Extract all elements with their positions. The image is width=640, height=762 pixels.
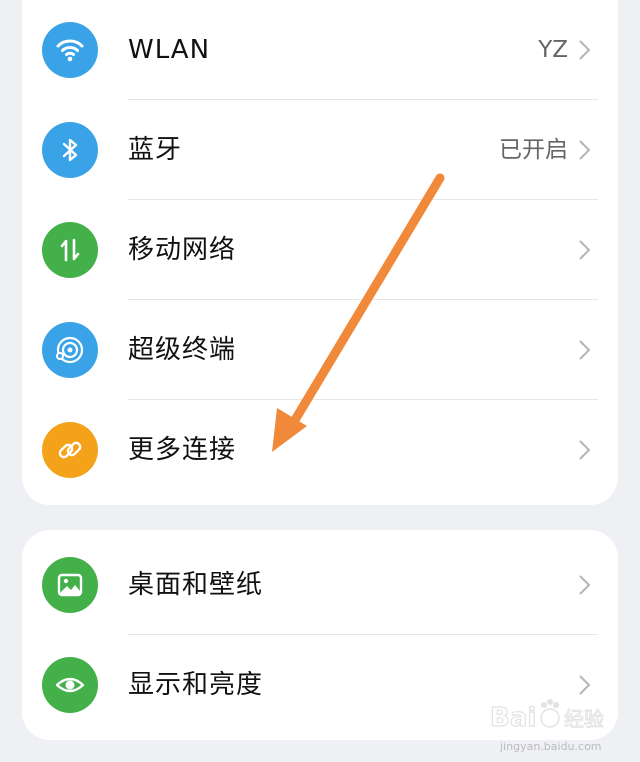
more-connections-label: 更多连接 <box>128 435 237 465</box>
wlan-label: WLAN <box>128 35 211 65</box>
baidu-logo-icon: Bai 经验 <box>489 699 605 734</box>
chevron-right-icon <box>579 340 591 360</box>
watermark-url: jingyan.baidu.com <box>500 740 602 753</box>
wifi-icon <box>42 22 98 78</box>
wallpaper-label: 桌面和壁纸 <box>128 570 264 600</box>
connectivity-settings-card: WLAN YZ 蓝牙 已开启 移动网络 超级终端 更多连接 <box>22 0 618 505</box>
eye-icon <box>42 657 98 713</box>
more-connections-row[interactable]: 更多连接 <box>22 400 618 500</box>
display-brightness-label: 显示和亮度 <box>128 670 264 700</box>
super-device-row[interactable]: 超级终端 <box>22 300 618 400</box>
wallpaper-icon <box>42 557 98 613</box>
chevron-right-icon <box>579 140 591 160</box>
super-device-icon <box>42 322 98 378</box>
bluetooth-icon <box>42 122 98 178</box>
wlan-value: YZ <box>538 37 568 63</box>
link-icon <box>42 422 98 478</box>
mobile-data-icon <box>42 222 98 278</box>
wallpaper-row[interactable]: 桌面和壁纸 <box>22 535 618 635</box>
mobile-network-label: 移动网络 <box>128 235 237 265</box>
super-device-label: 超级终端 <box>128 335 237 365</box>
svg-text:Bai: Bai <box>490 703 536 733</box>
chevron-right-icon <box>579 40 591 60</box>
bluetooth-row[interactable]: 蓝牙 已开启 <box>22 100 618 200</box>
chevron-right-icon <box>579 575 591 595</box>
svg-text:经验: 经验 <box>564 707 604 731</box>
bluetooth-value: 已开启 <box>499 137 568 163</box>
mobile-network-row[interactable]: 移动网络 <box>22 200 618 300</box>
bluetooth-label: 蓝牙 <box>128 135 183 165</box>
chevron-right-icon <box>579 240 591 260</box>
chevron-right-icon <box>579 440 591 460</box>
wlan-row[interactable]: WLAN YZ <box>22 0 618 100</box>
